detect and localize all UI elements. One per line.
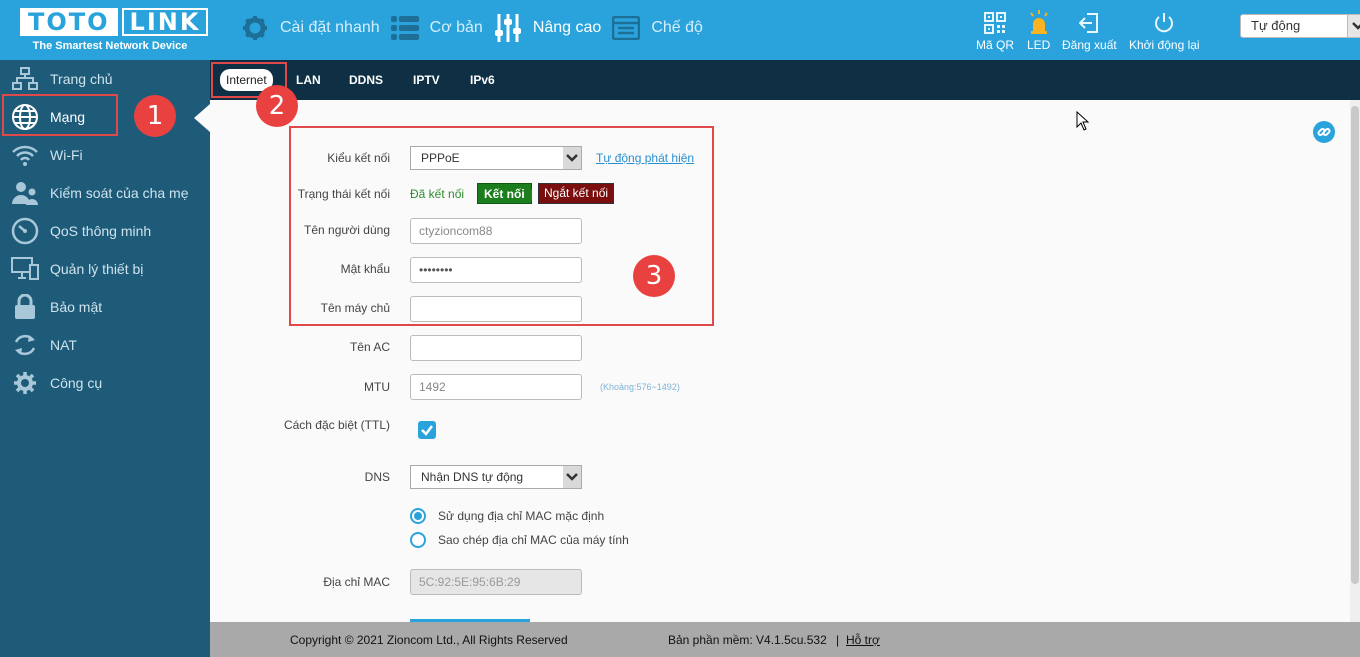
mtu-label: MTU bbox=[364, 380, 390, 394]
list-icon bbox=[390, 13, 420, 43]
topnav-label: Chế độ bbox=[651, 19, 703, 36]
refresh-icon bbox=[11, 331, 39, 359]
power-icon bbox=[1153, 8, 1175, 34]
dns-select[interactable]: Nhận DNS tự động bbox=[410, 465, 582, 489]
sidebar-item-device-management[interactable]: Quản lý thiết bị bbox=[0, 250, 210, 288]
tool-label: Khởi động lại bbox=[1129, 38, 1200, 52]
logo-text-toto: TOTO bbox=[20, 8, 118, 36]
mac-address-input: 5C:92:5E:95:6B:29 bbox=[410, 569, 582, 595]
copyright-text: Copyright © 2021 Zioncom Ltd., All Right… bbox=[290, 633, 568, 647]
footer-separator: | bbox=[836, 633, 840, 647]
devices-icon bbox=[11, 255, 39, 283]
lock-icon bbox=[11, 293, 39, 321]
mtu-input[interactable]: 1492 bbox=[410, 374, 582, 400]
sidebar-item-wifi[interactable]: Wi-Fi bbox=[0, 136, 210, 174]
led-icon bbox=[1029, 8, 1049, 34]
sidebar-item-nat[interactable]: NAT bbox=[0, 326, 210, 364]
annotation-badge-2: 2 bbox=[256, 85, 298, 127]
tab-ddns[interactable]: DDNS bbox=[349, 69, 383, 91]
sidebar-item-parental-control[interactable]: Kiểm soát của cha mẹ bbox=[0, 174, 210, 212]
sub-tab-bar: Internet LAN DDNS IPTV IPv6 bbox=[210, 60, 1360, 100]
sidebar-item-tools[interactable]: Công cụ bbox=[0, 364, 210, 402]
sidebar-item-label: QoS thông minh bbox=[50, 223, 152, 239]
network-home-icon bbox=[11, 65, 39, 93]
language-select[interactable]: Tự động bbox=[1240, 14, 1360, 38]
topnav-quick-setup[interactable]: Cài đặt nhanh bbox=[240, 13, 380, 43]
link-icon[interactable] bbox=[1313, 121, 1335, 143]
topnav-label: Cơ bản bbox=[429, 19, 483, 36]
qr-code-icon bbox=[984, 8, 1006, 34]
mac-default-label: Sử dụng địa chỉ MAC mặc định bbox=[438, 509, 605, 523]
sidebar: Trang chủ Mạng Wi-Fi Kiểm soát của cha m… bbox=[0, 60, 210, 657]
mode-icon bbox=[611, 13, 641, 43]
gear-icon bbox=[240, 13, 270, 43]
topnav-label: Nâng cao bbox=[532, 19, 602, 36]
dns-label: DNS bbox=[364, 470, 390, 484]
annotation-badge-3: 3 bbox=[633, 255, 675, 297]
checkmark-icon bbox=[421, 425, 433, 436]
footer: Copyright © 2021 Zioncom Ltd., All Right… bbox=[210, 622, 1360, 657]
totolink-logo[interactable]: TOTO LINK The Smartest Network Device bbox=[20, 8, 209, 54]
qr-code-button[interactable]: Mã QR bbox=[976, 8, 1014, 52]
dns-value: Nhận DNS tự động bbox=[421, 470, 524, 484]
logout-button[interactable]: Đăng xuất bbox=[1062, 8, 1117, 52]
header-bar: TOTO LINK The Smartest Network Device Cà… bbox=[0, 0, 1360, 60]
sidebar-item-label: Wi-Fi bbox=[50, 147, 83, 163]
wifi-icon bbox=[11, 141, 39, 169]
speedometer-icon bbox=[11, 217, 39, 245]
chevron-down-icon bbox=[1347, 15, 1360, 37]
topnav-label: Cài đặt nhanh bbox=[280, 19, 380, 36]
mtu-range-hint: (Khoảng:576~1492) bbox=[600, 382, 680, 392]
sidebar-item-label: Quản lý thiết bị bbox=[50, 261, 144, 277]
topnav-basic[interactable]: Cơ bản bbox=[390, 13, 483, 43]
logout-icon bbox=[1079, 8, 1099, 34]
annotation-badge-1: 1 bbox=[134, 95, 176, 137]
led-button[interactable]: LED bbox=[1027, 8, 1050, 52]
sidebar-item-label: Trang chủ bbox=[50, 71, 113, 87]
highlight-box-network bbox=[2, 94, 118, 136]
help-link[interactable]: Hỗ trợ bbox=[846, 633, 880, 647]
mac-clone-radio[interactable] bbox=[410, 532, 426, 548]
topnav-mode[interactable]: Chế độ bbox=[611, 13, 703, 43]
ttl-checkbox[interactable] bbox=[418, 421, 436, 439]
sidebar-item-label: Kiểm soát của cha mẹ bbox=[50, 185, 189, 201]
logo-tagline: The Smartest Network Device bbox=[32, 40, 188, 52]
reboot-button[interactable]: Khởi động lại bbox=[1129, 8, 1200, 52]
tool-label: Mã QR bbox=[976, 38, 1015, 52]
topnav-advanced[interactable]: Nâng cao bbox=[493, 13, 602, 43]
ac-name-label: Tên AC bbox=[349, 340, 390, 354]
chevron-down-icon bbox=[563, 466, 581, 488]
sidebar-item-label: NAT bbox=[50, 337, 77, 353]
sidebar-item-label: Công cụ bbox=[50, 375, 103, 391]
scrollbar-thumb[interactable] bbox=[1351, 106, 1359, 584]
top-navigation: Cài đặt nhanh Cơ bản Nâng cao Chế độ bbox=[240, 0, 713, 56]
tab-lan[interactable]: LAN bbox=[296, 69, 321, 91]
mouse-cursor-icon bbox=[1076, 110, 1090, 134]
ac-name-input[interactable] bbox=[410, 335, 582, 361]
mac-clone-label: Sao chép địa chỉ MAC của máy tính bbox=[438, 533, 629, 547]
mac-address-label: Địa chỉ MAC bbox=[323, 575, 390, 589]
mac-default-radio[interactable] bbox=[410, 508, 426, 524]
sidebar-item-security[interactable]: Bảo mật bbox=[0, 288, 210, 326]
tool-label: Đăng xuất bbox=[1062, 38, 1117, 52]
active-indicator-arrow bbox=[194, 104, 210, 132]
vertical-scrollbar[interactable] bbox=[1350, 100, 1360, 622]
language-value: Tự động bbox=[1251, 18, 1301, 33]
sidebar-item-label: Bảo mật bbox=[50, 299, 103, 315]
tool-label: LED bbox=[1027, 38, 1051, 52]
logo-text-link: LINK bbox=[121, 8, 209, 36]
tab-ipv6[interactable]: IPv6 bbox=[470, 69, 495, 91]
tab-iptv[interactable]: IPTV bbox=[413, 69, 440, 91]
sliders-icon bbox=[493, 13, 523, 43]
sidebar-item-home[interactable]: Trang chủ bbox=[0, 60, 210, 98]
parental-control-icon bbox=[11, 179, 39, 207]
ttl-label: Cách đặc biệt (TTL) bbox=[283, 418, 390, 432]
gear-icon bbox=[11, 369, 39, 397]
firmware-version: Bản phần mềm: V4.1.5cu.532 bbox=[668, 633, 827, 647]
sidebar-item-qos[interactable]: QoS thông minh bbox=[0, 212, 210, 250]
